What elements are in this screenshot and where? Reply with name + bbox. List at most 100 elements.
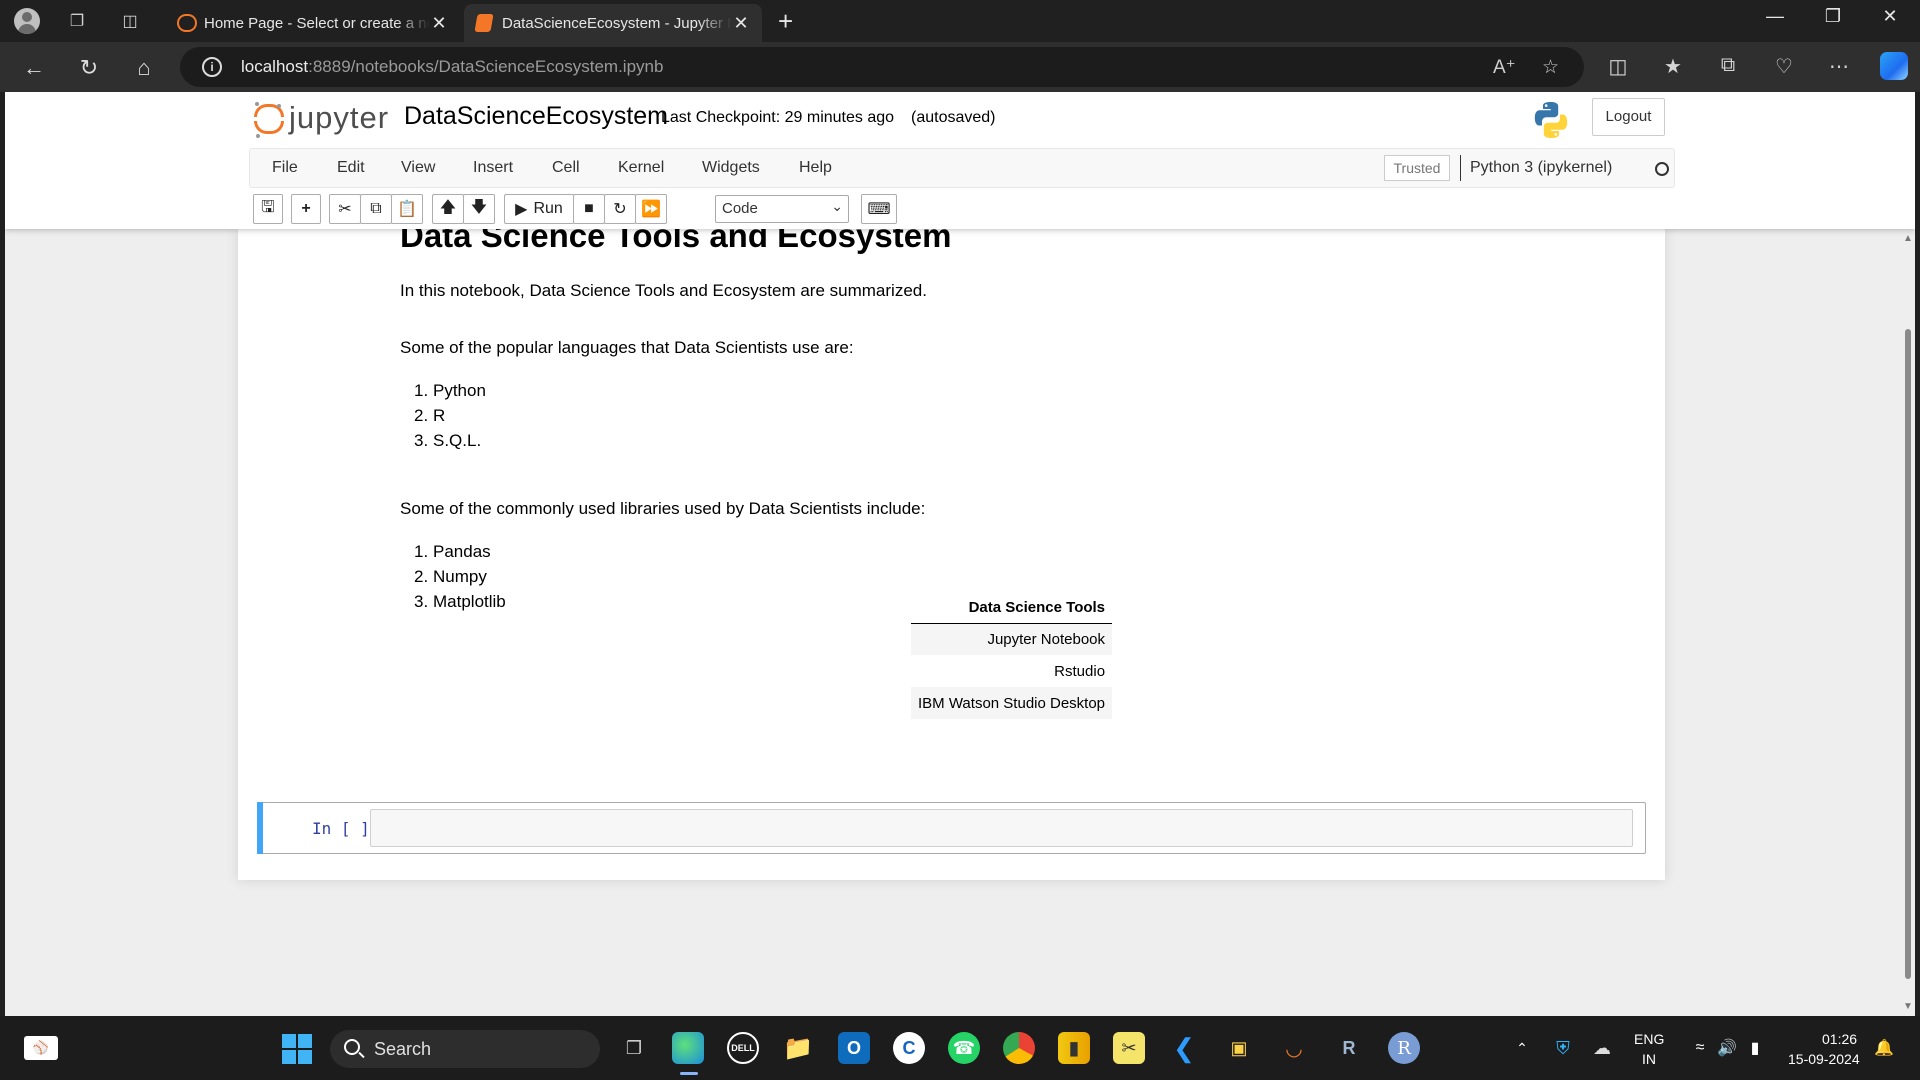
menu-cell[interactable]: Cell: [552, 159, 580, 177]
tab-close-icon[interactable]: ✕: [430, 13, 448, 34]
site-info-icon[interactable]: i: [202, 57, 222, 77]
workspaces-icon[interactable]: ❐: [64, 8, 90, 34]
list-item: 1. Pandas: [414, 542, 491, 561]
jupyter-wordmark: jupyter: [289, 100, 390, 135]
page-scrollbar[interactable]: ▲ ▼: [1901, 229, 1915, 1016]
languages-list: 1. Python 2. R 3. S.Q.L.: [414, 378, 486, 453]
menu-edit[interactable]: Edit: [337, 159, 365, 177]
save-icon[interactable]: 🖫: [253, 194, 283, 224]
restore-window-button[interactable]: ❐: [1813, 6, 1853, 27]
menu-help[interactable]: Help: [799, 159, 832, 177]
cell-type-value: Code: [722, 200, 758, 217]
mlb-widget-icon[interactable]: ⚾: [24, 1036, 58, 1060]
move-down-icon[interactable]: 🡇: [463, 194, 495, 224]
copy-icon[interactable]: ⧉: [360, 194, 392, 224]
trusted-badge[interactable]: Trusted: [1384, 155, 1450, 181]
cut-icon[interactable]: ✂: [329, 194, 361, 224]
jupyter-logo[interactable]: jupyter: [253, 100, 388, 140]
file-explorer-icon[interactable]: 📁: [782, 1032, 814, 1064]
chrome-icon[interactable]: [1003, 1032, 1035, 1064]
search-icon: [344, 1039, 360, 1055]
minimize-window-button[interactable]: —: [1755, 6, 1795, 27]
chevron-up-icon[interactable]: ⌃: [1506, 1032, 1538, 1064]
new-tab-button[interactable]: +: [778, 6, 793, 37]
jupyter-taskbar-icon[interactable]: ◡: [1278, 1032, 1310, 1064]
table-row: Rstudio: [911, 655, 1112, 687]
home-icon[interactable]: ⌂: [128, 52, 160, 84]
rstudio-icon[interactable]: R: [1333, 1032, 1365, 1064]
outlook-icon[interactable]: O: [838, 1032, 870, 1064]
menu-kernel[interactable]: Kernel: [618, 159, 664, 177]
clock-date[interactable]: 15-09-2024: [1788, 1051, 1860, 1067]
region-indicator[interactable]: IN: [1642, 1051, 1656, 1067]
code-input[interactable]: [370, 809, 1633, 847]
tab-close-icon[interactable]: ✕: [732, 13, 750, 34]
profile-avatar-icon[interactable]: [14, 8, 40, 34]
notebook-toolbar: 🖫 + ✂ ⧉ 📋 🡅 🡇 ▶ Run ■ ↻ ⏩ Code ⌄ ⌨: [249, 190, 1675, 224]
collections-icon[interactable]: ⧉: [1714, 54, 1742, 77]
split-screen-icon[interactable]: ◫: [1604, 54, 1632, 79]
insert-cell-icon[interactable]: +: [291, 194, 321, 224]
snipping-tool-icon[interactable]: ✂: [1113, 1032, 1145, 1064]
kernel-name[interactable]: Python 3 (ipykernel): [1470, 159, 1612, 177]
vertical-tabs-icon[interactable]: ◫: [117, 8, 143, 34]
scroll-thumb[interactable]: [1905, 329, 1911, 979]
r-gui-icon[interactable]: R: [1388, 1032, 1420, 1064]
defender-shield-icon[interactable]: ⛨: [1547, 1032, 1579, 1064]
power-bi-icon[interactable]: ▮: [1058, 1032, 1090, 1064]
selected-cell-edge: [257, 802, 263, 854]
table-cell: IBM Watson Studio Desktop: [911, 687, 1113, 719]
list-item: 3. Matplotlib: [414, 592, 506, 611]
scroll-down-icon[interactable]: ▼: [1903, 1001, 1913, 1012]
menu-widgets[interactable]: Widgets: [702, 159, 760, 177]
task-view-icon[interactable]: ❐: [618, 1032, 650, 1064]
c-app-icon[interactable]: C: [893, 1032, 925, 1064]
whatsapp-icon[interactable]: ☎: [948, 1032, 980, 1064]
tab-home-page[interactable]: Home Page - Select or create a notebook …: [164, 4, 460, 42]
vs-code-icon[interactable]: ❮: [1168, 1032, 1200, 1064]
read-aloud-icon[interactable]: A⁺: [1493, 56, 1516, 79]
interrupt-stop-icon[interactable]: ■: [573, 194, 605, 224]
battery-icon[interactable]: ▮: [1739, 1032, 1771, 1064]
tab-title: Home Page - Select or create a notebook: [204, 14, 430, 32]
menu-view[interactable]: View: [401, 159, 435, 177]
start-windows-icon[interactable]: [282, 1034, 312, 1064]
menu-file[interactable]: File: [272, 159, 298, 177]
close-window-button[interactable]: ✕: [1870, 6, 1910, 27]
more-menu-icon[interactable]: ⋯: [1825, 54, 1853, 79]
browser-essentials-icon[interactable]: ♡: [1770, 54, 1798, 79]
favorite-star-icon[interactable]: ☆: [1542, 56, 1559, 79]
libraries-list: 1. Pandas 2. Numpy 3. Matplotlib: [414, 539, 506, 614]
back-arrow-icon[interactable]: ←: [18, 52, 50, 84]
kernel-idle-indicator-icon: [1655, 162, 1669, 176]
search-label: Search: [374, 1039, 432, 1059]
refresh-icon[interactable]: ↻: [73, 52, 105, 84]
move-up-icon[interactable]: 🡅: [432, 194, 464, 224]
url-field[interactable]: i localhost:8889/notebooks/DataScienceEc…: [180, 47, 1584, 87]
dell-icon[interactable]: DELL: [727, 1032, 759, 1064]
windows-taskbar: ⚾ Search ❐ DELL 📁 O C ☎ ▮ ✂ ❮ ▣ ◡ R R ⌃ …: [0, 1016, 1920, 1080]
keyboard-shortcuts-icon[interactable]: ⌨: [861, 194, 897, 224]
copilot-icon[interactable]: [1880, 52, 1908, 80]
onedrive-cloud-icon[interactable]: ☁: [1586, 1032, 1618, 1064]
language-indicator[interactable]: ENG: [1634, 1031, 1664, 1047]
cell-type-select[interactable]: Code ⌄: [715, 195, 849, 223]
restart-run-all-icon[interactable]: ⏩: [635, 194, 667, 224]
taskbar-search-input[interactable]: Search: [330, 1030, 600, 1068]
edge-browser-icon[interactable]: [672, 1032, 704, 1064]
restart-kernel-icon[interactable]: ↻: [604, 194, 636, 224]
menu-insert[interactable]: Insert: [473, 159, 513, 177]
python-idle-icon[interactable]: ▣: [1223, 1032, 1255, 1064]
clock-time[interactable]: 01:26: [1822, 1031, 1857, 1047]
favorites-icon[interactable]: ★: [1659, 54, 1687, 79]
tab-notebook[interactable]: DataScienceEcosystem - Jupyter Notebook …: [464, 4, 762, 42]
scroll-up-icon[interactable]: ▲: [1903, 233, 1913, 244]
notification-bell-icon[interactable]: 🔔: [1868, 1032, 1900, 1064]
notebook-name[interactable]: DataScienceEcosystem: [404, 102, 668, 131]
code-cell[interactable]: In [ ]:: [257, 802, 1646, 854]
paste-icon[interactable]: 📋: [391, 194, 423, 224]
jupyter-favicon-icon: [176, 14, 197, 32]
logout-button[interactable]: Logout: [1592, 98, 1665, 136]
url-text[interactable]: localhost:8889/notebooks/DataScienceEcos…: [241, 57, 663, 77]
run-button[interactable]: ▶ Run: [504, 194, 574, 224]
